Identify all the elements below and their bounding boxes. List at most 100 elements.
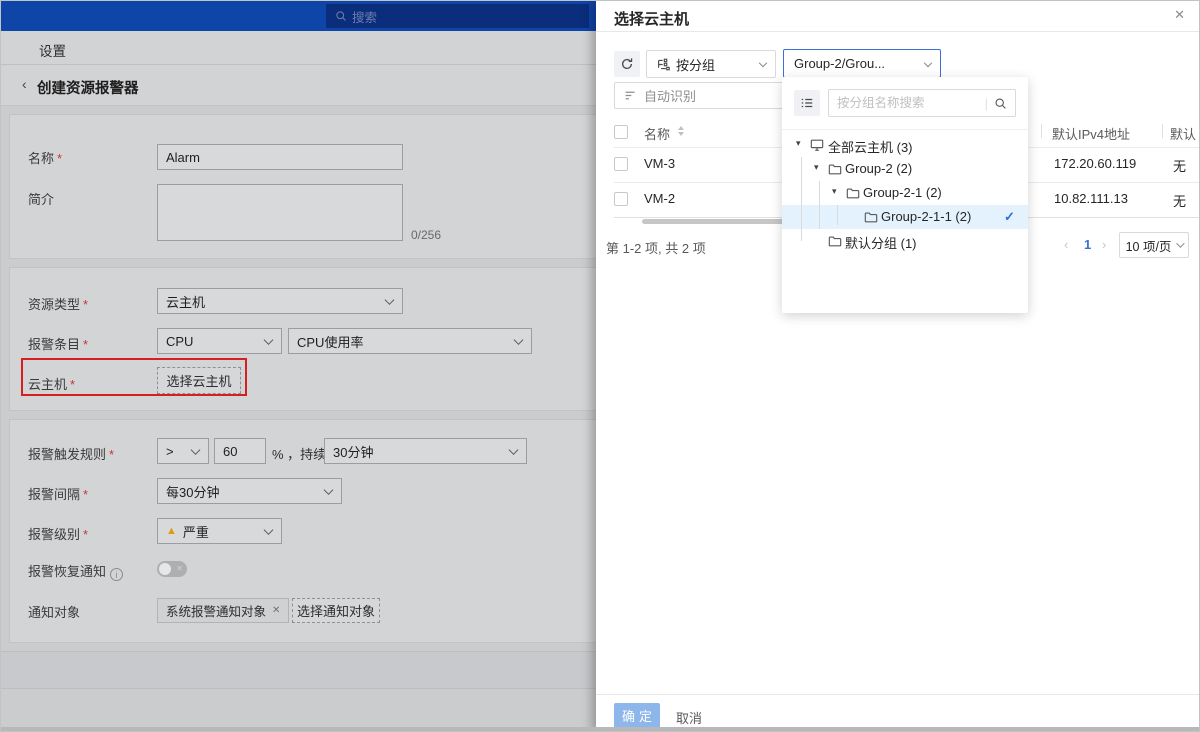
global-search-placeholder: 搜索 (352, 7, 377, 26)
column-separator (1162, 124, 1163, 138)
refresh-button[interactable] (614, 51, 640, 77)
settings-menu-item[interactable]: 设置 (39, 40, 66, 60)
back-chevron-icon[interactable]: ‹ (22, 76, 27, 92)
global-search-input[interactable]: 搜索 (326, 4, 589, 28)
description-textarea[interactable] (157, 184, 403, 241)
tree-list-toggle-button[interactable] (794, 90, 820, 116)
folder-icon (864, 210, 878, 224)
interval-select[interactable]: 每30分钟 (157, 478, 342, 504)
name-input[interactable] (157, 144, 403, 170)
window-scrollbar-strip[interactable] (1, 727, 1200, 732)
drawer-title: 选择云主机 (614, 8, 689, 29)
page-title: 创建资源报警器 (37, 77, 139, 98)
folder-icon (828, 162, 842, 176)
monitor-icon (810, 138, 824, 152)
page-next-button[interactable]: › (1102, 237, 1106, 252)
alarm-item-label: 报警条目* (28, 334, 88, 353)
caret-down-icon[interactable]: ▾ (796, 138, 801, 149)
cell-vm-extra: 无 (1173, 156, 1186, 175)
cell-vm-name: VM-3 (644, 156, 675, 171)
footer-divider (596, 694, 1200, 695)
level-label: 报警级别* (28, 524, 88, 543)
page-prev-button[interactable]: ‹ (1064, 237, 1068, 252)
sort-icon[interactable] (678, 126, 684, 136)
interval-label: 报警间隔* (28, 484, 88, 503)
chevron-down-icon (264, 525, 274, 535)
notify-label: 通知对象 (28, 602, 80, 621)
tag-remove-icon[interactable]: ✕ (272, 605, 280, 616)
close-icon[interactable]: ✕ (1174, 7, 1185, 23)
warning-icon: ▲ (166, 525, 177, 537)
toggle-off-icon: ✕ (176, 564, 183, 574)
chevron-down-icon (191, 445, 201, 455)
tree-guide-line (837, 205, 838, 225)
filter-icon (624, 89, 637, 102)
breadcrumb-bar: ‹ 创建资源报警器 (1, 65, 596, 106)
select-vm-drawer: 选择云主机 ✕ 按分组 Group-2/Grou... 自动识别 名称 默认IP… (596, 1, 1200, 732)
popover-divider (782, 129, 1028, 130)
search-icon (994, 97, 1007, 110)
tree-guide-line (801, 157, 802, 241)
name-input-field[interactable] (166, 150, 394, 165)
chevron-down-icon (924, 58, 932, 66)
recover-label: 报警恢复通知i (28, 561, 123, 581)
chevron-down-icon (264, 335, 274, 345)
ok-button[interactable]: 确定 (614, 703, 660, 728)
group-path-select[interactable]: Group-2/Grou... (783, 49, 941, 78)
trigger-unit-text: % ，持续 (272, 444, 326, 463)
chevron-down-icon (759, 59, 767, 67)
description-label: 简介 (28, 189, 54, 208)
recover-toggle[interactable]: ✕ (157, 561, 187, 577)
tree-search-field[interactable] (837, 96, 979, 110)
group-tree-popover: | ▾ 全部云主机 (3) ▾ Group-2 (2) ▾ Group-2-1 … (782, 77, 1028, 313)
cell-vm-ipv4: 172.20.60.119 (1054, 156, 1136, 171)
cancel-button[interactable]: 取消 (676, 708, 702, 727)
tree-node-default-group[interactable]: 默认分组 (1) (782, 229, 1028, 253)
chevron-down-icon (324, 485, 334, 495)
page-size-select[interactable]: 10 项/页 (1119, 232, 1189, 258)
annotation-highlight-box (21, 358, 247, 396)
page-current[interactable]: 1 (1084, 237, 1091, 252)
input-divider: | (985, 96, 988, 111)
list-tree-icon (800, 96, 814, 110)
folder-icon (846, 186, 860, 200)
metric-select[interactable]: CPU使用率 (288, 328, 532, 354)
caret-down-icon[interactable]: ▾ (814, 162, 819, 173)
cell-vm-name: VM-2 (644, 191, 675, 206)
row-checkbox[interactable] (614, 192, 628, 206)
select-all-checkbox[interactable] (614, 125, 628, 139)
char-counter: 0/256 (411, 228, 441, 242)
background-page: 搜索 设置 ‹ 创建资源报警器 名称* 简介 0/256 资源类型* 云主机 (1, 1, 596, 732)
column-header-name[interactable]: 名称 (644, 124, 670, 143)
tree-node-group-2[interactable]: ▾ Group-2 (2) (782, 157, 1028, 181)
level-select[interactable]: ▲ 严重 (157, 518, 282, 544)
app-window: 搜索 设置 ‹ 创建资源报警器 名称* 简介 0/256 资源类型* 云主机 (0, 0, 1200, 732)
column-header-clipped[interactable]: 默认 (1170, 124, 1196, 143)
search-icon (335, 10, 347, 22)
column-header-ipv4[interactable]: 默认IPv4地址 (1052, 124, 1130, 143)
trigger-operator-select[interactable]: > (157, 438, 209, 464)
metric-category-select[interactable]: CPU (157, 328, 282, 354)
resource-type-select[interactable]: 云主机 (157, 288, 403, 314)
resource-type-label: 资源类型* (28, 294, 88, 313)
trigger-duration-select[interactable]: 30分钟 (324, 438, 527, 464)
form-section-basic: 名称* 简介 0/256 (9, 114, 596, 259)
row-checkbox[interactable] (614, 157, 628, 171)
trigger-rule-label: 报警触发规则* (28, 444, 114, 463)
group-tree-icon (657, 58, 670, 71)
chevron-down-icon (509, 445, 519, 455)
select-notify-button[interactable]: 选择通知对象 (292, 598, 380, 623)
trigger-threshold-field[interactable] (223, 444, 257, 459)
name-label: 名称* (28, 148, 62, 167)
tree-guide-line (819, 181, 820, 229)
tree-node-all-vms[interactable]: ▾ 全部云主机 (3) (782, 133, 1028, 157)
top-nav-bar: 搜索 (1, 1, 596, 31)
check-icon: ✓ (1004, 209, 1015, 225)
trigger-threshold-input[interactable] (214, 438, 266, 464)
group-by-select[interactable]: 按分组 (646, 50, 776, 78)
tree-search-input[interactable]: | (828, 89, 1016, 117)
toggle-knob (159, 563, 171, 575)
chevron-down-icon (514, 335, 524, 345)
caret-down-icon[interactable]: ▾ (832, 186, 837, 197)
settings-bar: 设置 (1, 31, 596, 65)
